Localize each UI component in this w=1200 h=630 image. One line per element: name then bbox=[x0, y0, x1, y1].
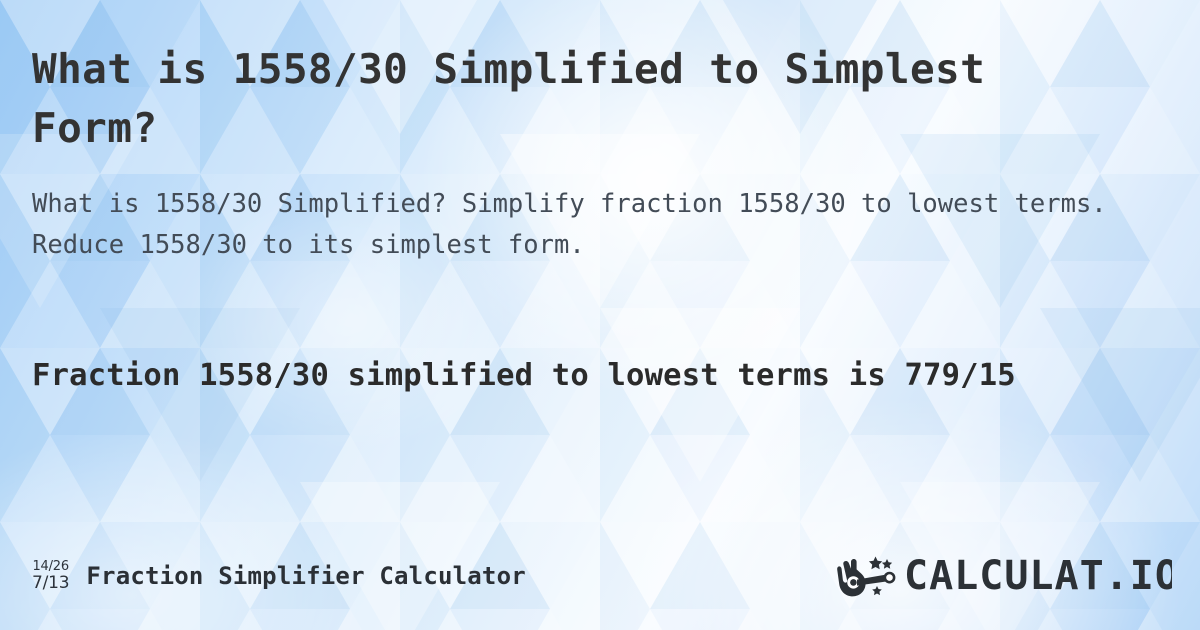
page-title: What is 1558/30 Simplified to Simplest F… bbox=[32, 45, 986, 153]
brand-wordmark: CALCULAT.IO bbox=[904, 553, 1172, 599]
hand-magic-wand-icon bbox=[837, 556, 896, 597]
page-description: What is 1558/30 Simplified? Simplify fra… bbox=[32, 189, 1107, 261]
brand-logo-svg: CALCULAT.IO bbox=[837, 553, 1172, 599]
fraction-icon: 14/26 7/13 bbox=[32, 559, 70, 593]
fraction-icon-bottom: 7/13 bbox=[32, 573, 70, 593]
card-content: What is 1558/30 Simplified to Simplest F… bbox=[0, 0, 1200, 630]
brand-logo[interactable]: CALCULAT.IO bbox=[836, 553, 1172, 599]
answer-text: Fraction 1558/30 simplified to lowest te… bbox=[32, 358, 1016, 393]
share-card: What is 1558/30 Simplified to Simplest F… bbox=[0, 0, 1200, 630]
footer-left: 14/26 7/13 Fraction Simplifier Calculato… bbox=[32, 560, 526, 592]
fraction-icon-top: 14/26 bbox=[32, 559, 69, 574]
footer: 14/26 7/13 Fraction Simplifier Calculato… bbox=[32, 548, 1172, 604]
footer-label: Fraction Simplifier Calculator bbox=[86, 562, 526, 590]
